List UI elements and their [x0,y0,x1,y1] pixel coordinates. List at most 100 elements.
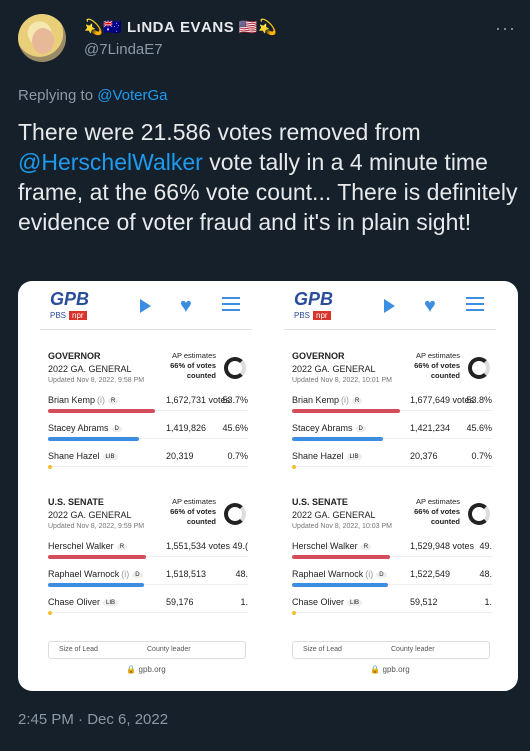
url-bar: 🔒 gpb.org [370,665,410,674]
candidate-percent: 1. [240,597,248,607]
candidate-name-wrap: Raphael Warnock (i) D [292,569,387,579]
candidate-votes: 1,419,826 [166,423,207,433]
race-subtitle: 2022 GA. GENERAL [292,364,376,374]
tweet-text: There were 21.586 votes removed from @He… [18,117,518,237]
size-of-lead-tab[interactable]: Size of Lead [59,646,98,653]
mention-link[interactable]: @HerschelWalker [18,149,203,175]
candidate-row: Brian Kemp (i) R 1,672,731 votes 53.7% [48,393,248,415]
avatar[interactable] [18,14,66,62]
candidate-name: Stacey Abrams [292,423,353,433]
candidate-name-wrap: Herschel Walker R [292,541,372,551]
candidate-row: Chase Oliver LIB 59,512 1. [292,595,492,617]
npr-label: npr [313,311,331,320]
more-options-icon[interactable]: ··· [495,18,516,39]
vote-share-bar [48,611,52,615]
party-badge: D [355,425,366,432]
candidate-name: Brian Kemp [48,395,96,405]
handle[interactable]: @7LindaE7 [84,41,163,58]
pbs-label: PBS [294,311,311,320]
candidate-votes: 1,529,948 votes [410,541,475,551]
candidate-row: Herschel Walker R 1,551,534 votes 49.( [48,539,248,561]
pbs-label: PBS [50,311,67,320]
results-screenshot: GPB PBS npr ♥ GOVERNOR 2022 GA. GENERAL Update… [276,281,504,691]
candidate-name: Raphael Warnock [48,569,120,579]
lead-toggle[interactable]: Size of Lead County leader [292,641,490,659]
vote-share-bar [48,583,144,587]
race-block: GOVERNOR 2022 GA. GENERAL Updated Nov 8, 2… [290,351,492,471]
results-screenshot: GPB PBS npr ♥ GOVERNOR 2022 GA. GENERAL Update… [32,281,260,691]
ap-line: 66% of votes [170,361,216,370]
race-updated: Updated Nov 8, 2022, 9:58 PM [48,377,145,384]
ap-estimate: AP estimates 66% of votes counted [146,497,216,527]
candidate-name-wrap: Shane Hazel LIB [48,451,118,461]
url-bar: 🔒 gpb.org [126,665,166,674]
candidate-name-wrap: Chase Oliver LIB [292,597,363,607]
incumbent-tag: (i) [341,395,350,405]
candidate-percent: 53.8% [466,395,492,405]
race-block: U.S. SENATE 2022 GA. GENERAL Updated Nov 8… [290,497,492,617]
size-of-lead-tab[interactable]: Size of Lead [303,646,342,653]
vote-share-bar [292,555,390,559]
race-updated: Updated Nov 8, 2022, 10:03 PM [292,523,393,530]
vote-share-bar [292,437,383,441]
race-title: U.S. SENATE [48,497,104,507]
avatar-face [32,28,54,54]
pbs-npr-logo: PBS npr [50,311,87,320]
display-name[interactable]: 💫🇦🇺 LιΝDΑ ΕVΑΝS 🇺🇸💫 [84,18,277,36]
candidate-percent: 45.6% [466,423,492,433]
ap-line: AP estimates [415,497,460,506]
candidate-name: Herschel Walker [48,541,114,551]
replying-prefix: Replying to [18,87,94,104]
candidate-votes: 1,677,649 votes [410,395,475,405]
ap-line: counted [186,517,216,526]
bar-track [292,612,492,613]
race-block: U.S. SENATE 2022 GA. GENERAL Updated Nov 8… [46,497,248,617]
race-title: GOVERNOR [292,351,345,361]
candidate-row: Herschel Walker R 1,529,948 votes 49. [292,539,492,561]
vote-share-bar [292,611,296,615]
ap-line: counted [430,371,460,380]
vote-share-bar [48,465,52,469]
ap-estimate: AP estimates 66% of votes counted [146,351,216,381]
menu-icon [466,297,484,311]
replying-to: Replying to @VoterGa [18,87,167,104]
candidate-row: Stacey Abrams D 1,421,234 45.6% [292,421,492,443]
heart-icon: ♥ [424,295,436,317]
candidate-name-wrap: Stacey Abrams D [48,423,122,433]
party-badge: LIB [102,453,118,460]
reply-target-link[interactable]: @VoterGa [97,87,167,104]
candidate-votes: 59,176 [166,597,194,607]
candidate-percent: 0.7% [471,451,492,461]
race-subtitle: 2022 GA. GENERAL [48,364,132,374]
county-leader-tab[interactable]: County leader [147,646,191,653]
candidate-name-wrap: Stacey Abrams D [292,423,366,433]
candidate-name-wrap: Brian Kemp (i) R [292,395,363,405]
bar-track [292,466,492,467]
candidate-name: Brian Kemp [292,395,340,405]
ap-line: 66% of votes [414,361,460,370]
candidate-percent: 48. [235,569,248,579]
gpb-logo: GPB [294,289,334,309]
race-updated: Updated Nov 8, 2022, 10:01 PM [292,377,393,384]
race-block: GOVERNOR 2022 GA. GENERAL Updated Nov 8, 2… [46,351,248,471]
ap-line: counted [186,371,216,380]
candidate-votes: 1,551,534 votes [166,541,231,551]
candidate-percent: 0.7% [227,451,248,461]
candidate-percent: 48. [479,569,492,579]
candidate-name: Raphael Warnock [292,569,364,579]
vote-share-bar [292,409,400,413]
timestamp[interactable]: 2:45 PM · Dec 6, 2022 [18,711,168,728]
lead-toggle[interactable]: Size of Lead County leader [48,641,246,659]
candidate-name: Shane Hazel [48,451,100,461]
candidate-name-wrap: Raphael Warnock (i) D [48,569,143,579]
vote-share-bar [48,409,155,413]
tweet-media[interactable]: GPB PBS npr ♥ GOVERNOR 2022 GA. GENERAL Update… [18,281,518,691]
ap-line: counted [430,517,460,526]
county-leader-tab[interactable]: County leader [391,646,435,653]
candidate-row: Chase Oliver LIB 59,176 1. [48,595,248,617]
vote-share-bar [292,465,296,469]
vote-share-bar [292,583,388,587]
party-badge: D [111,425,122,432]
candidate-votes: 59,512 [410,597,438,607]
candidate-votes: 1,518,513 [166,569,207,579]
